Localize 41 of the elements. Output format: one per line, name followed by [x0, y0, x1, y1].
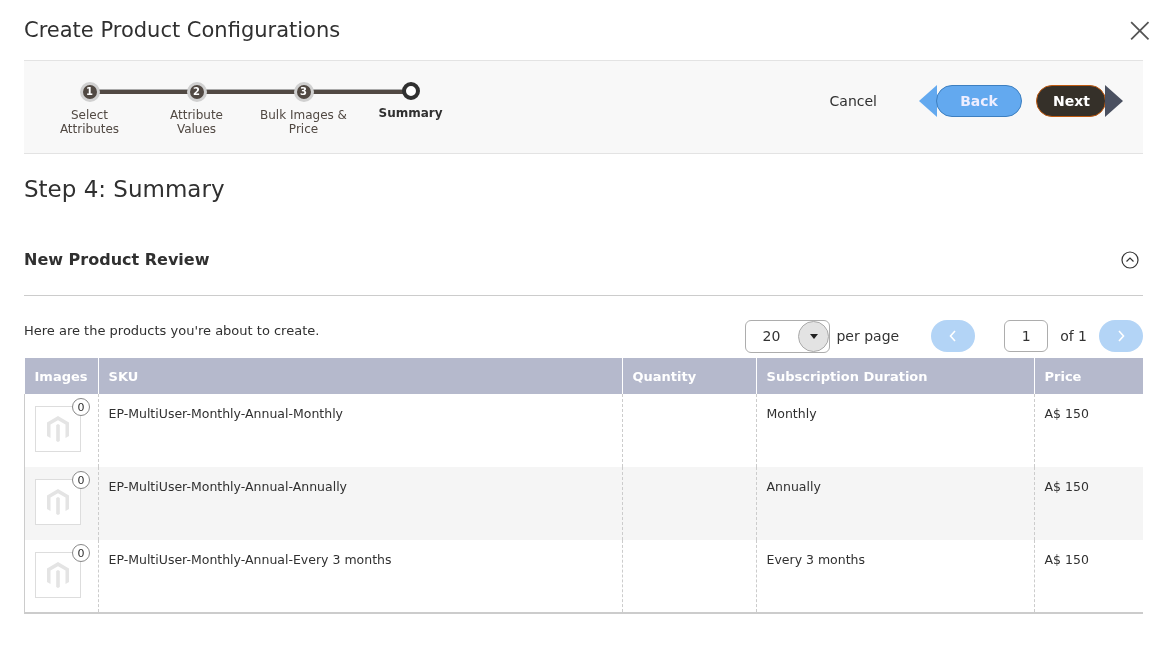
image-count-badge: 0: [72, 471, 90, 489]
intro-text: Here are the products you're about to create.: [24, 322, 320, 338]
sku-cell: EP-MultiUser-Monthly-Annual-Every 3 months: [108, 552, 392, 567]
column-header: Subscription Duration: [756, 358, 1034, 394]
section-title: New Product Review: [24, 250, 210, 269]
step-marker[interactable]: [401, 82, 420, 100]
column-header: Images: [24, 358, 98, 394]
duration-cell: Annually: [766, 479, 821, 494]
price-cell: A$ 150: [1044, 552, 1089, 567]
step-label[interactable]: Bulk Images & Price: [253, 108, 354, 136]
step-marker[interactable]: 1: [79, 82, 100, 102]
cancel-button[interactable]: Cancel: [813, 85, 893, 117]
duration-cell: Every 3 months: [766, 552, 866, 567]
per-page-select[interactable]: 20: [745, 319, 831, 353]
price-cell: A$ 150: [1044, 479, 1089, 494]
step-label[interactable]: Select Attributes: [50, 108, 129, 136]
arrow-right-icon: [1105, 85, 1123, 117]
page-number-field[interactable]: 1: [1004, 320, 1049, 352]
sku-cell: EP-MultiUser-Monthly-Annual-Monthly: [108, 406, 344, 421]
window-title: Create Product Configurations: [24, 18, 341, 42]
sku-cell: EP-MultiUser-Monthly-Annual-Annually: [108, 479, 348, 494]
image-count-badge: 0: [72, 544, 90, 562]
image-count-badge: 0: [72, 398, 90, 416]
page-count: of 1: [1060, 328, 1087, 344]
collapse-icon[interactable]: [1121, 250, 1139, 269]
chevron-left-icon: [949, 330, 958, 342]
step-heading: Step 4: Summary: [24, 176, 226, 202]
step-marker[interactable]: 3: [293, 82, 314, 102]
column-header: Quantity: [622, 358, 756, 394]
next-button[interactable]: Next: [1036, 85, 1106, 117]
per-page-label: per page: [836, 328, 900, 344]
duration-cell: Monthly: [766, 406, 817, 421]
price-cell: A$ 150: [1044, 406, 1089, 421]
step-label[interactable]: Attribute Values: [157, 108, 236, 136]
step-label[interactable]: Summary: [371, 106, 450, 120]
column-header: SKU: [98, 358, 622, 394]
column-header: Price: [1034, 358, 1143, 394]
step-marker[interactable]: 2: [186, 82, 207, 102]
close-button[interactable]: ×: [1124, 12, 1155, 48]
dropdown-icon[interactable]: [798, 320, 830, 352]
chevron-right-icon: [1117, 330, 1125, 342]
